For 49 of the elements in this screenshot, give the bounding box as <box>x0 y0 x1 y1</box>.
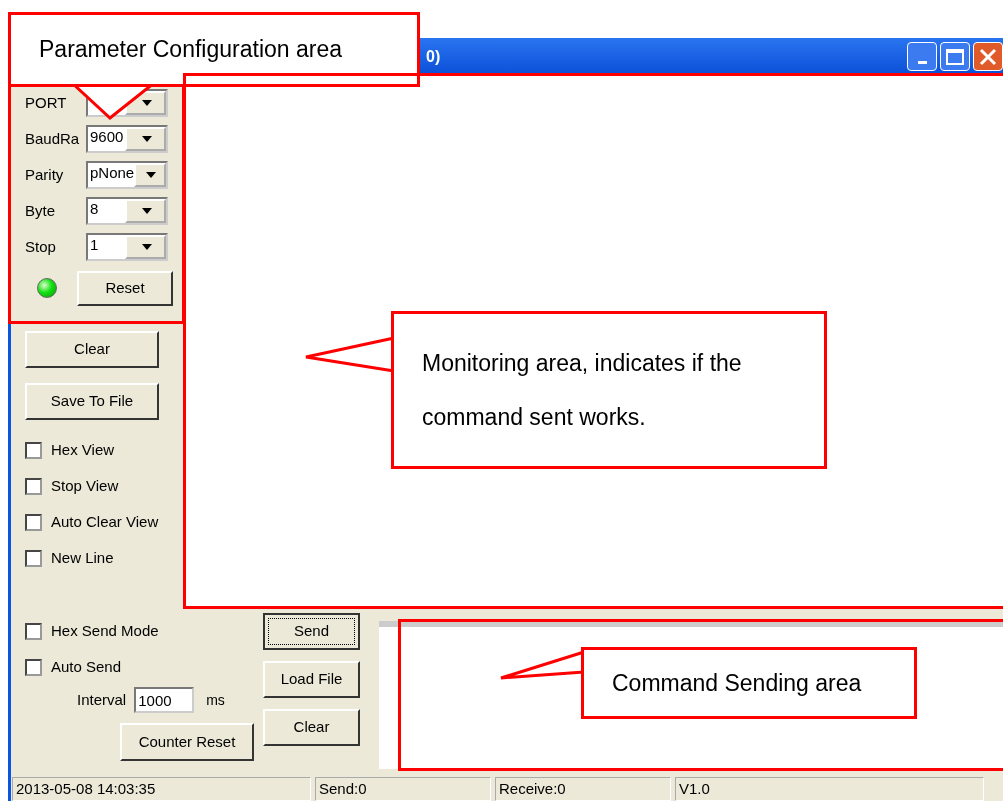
interval-label: Interval <box>77 689 127 710</box>
dropdown[interactable]: 9600 <box>86 125 168 153</box>
caret-icon <box>141 100 152 106</box>
counter-reset-button[interactable]: Counter Reset <box>120 723 254 761</box>
checkbox[interactable] <box>25 441 42 459</box>
status-panel: V1.0 <box>675 777 984 801</box>
send-panel-button[interactable]: Load File <box>263 661 360 698</box>
maximize-button[interactable] <box>940 42 970 71</box>
field-label: Byte <box>25 200 56 221</box>
callout-label: Monitoring area, indicates if the command sent works. <box>391 311 827 469</box>
dropdown[interactable]: pNone <box>86 161 168 189</box>
checkbox[interactable] <box>25 477 42 495</box>
caret-icon <box>141 244 152 250</box>
send-panel-button[interactable]: Send <box>263 613 360 650</box>
checkbox[interactable] <box>25 513 42 531</box>
checkbox-label: Hex Send Mode <box>51 620 159 641</box>
field-label: BaudRa <box>25 128 81 149</box>
view-button[interactable]: Clear <box>25 331 159 368</box>
checkbox-label: Auto Send <box>51 656 122 677</box>
close-icon <box>979 47 997 66</box>
checkbox[interactable] <box>25 622 42 640</box>
caret-icon <box>146 172 157 178</box>
reset-button[interactable]: Reset <box>77 270 173 306</box>
minimize-button[interactable] <box>907 42 937 71</box>
maximize-icon <box>946 48 964 65</box>
close-button[interactable] <box>973 42 1003 71</box>
interval-field[interactable]: 1000 <box>134 687 195 713</box>
checkbox[interactable] <box>25 549 42 567</box>
window-title: 0) <box>426 46 441 67</box>
dropdown[interactable]: 1 <box>86 233 168 261</box>
unit-label: ms <box>206 690 225 710</box>
checkbox-label: New Line <box>51 547 114 568</box>
checkbox[interactable] <box>25 658 42 676</box>
dropdown[interactable]: 8 <box>86 197 168 225</box>
checkbox-label: Stop View <box>51 475 119 496</box>
field-label: PORT <box>25 92 68 113</box>
caret-icon <box>141 136 152 142</box>
field-label: Stop <box>25 236 57 257</box>
checkbox-label: Hex View <box>51 439 115 460</box>
status-panel: Send:0 <box>315 777 491 801</box>
status-panel: 2013-05-08 14:03:35 <box>12 777 311 801</box>
field-label: Parity <box>25 164 65 185</box>
view-button[interactable]: Save To File <box>25 383 159 420</box>
caret-icon <box>141 208 152 214</box>
minimize-icon <box>917 61 927 64</box>
status-panel: Receive:0 <box>495 777 671 801</box>
checkbox-label: Auto Clear View <box>51 511 159 532</box>
send-panel-button[interactable]: Clear <box>263 709 360 746</box>
callout-label: Command Sending area <box>581 647 917 719</box>
